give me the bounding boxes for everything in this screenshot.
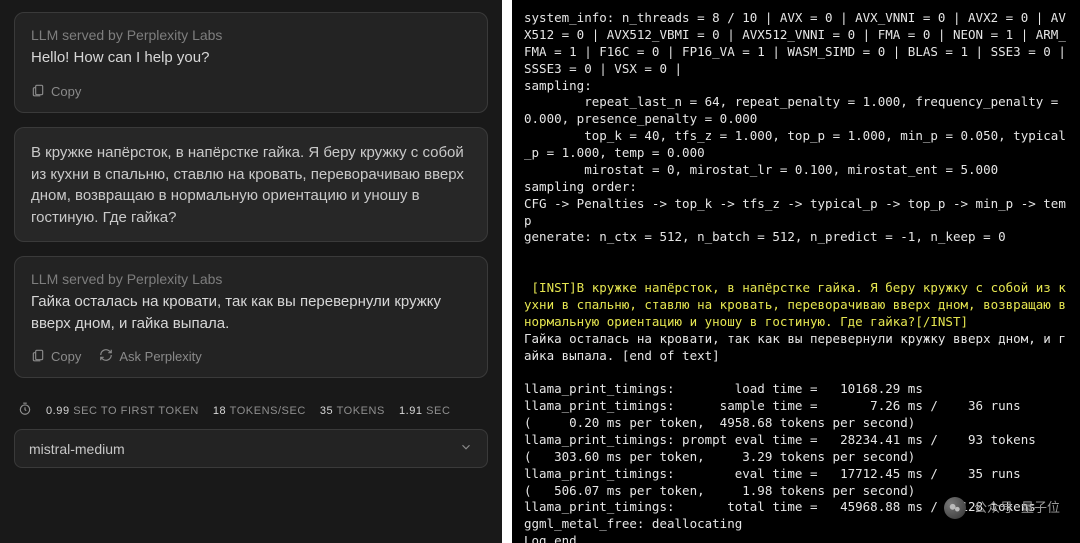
refresh-icon	[99, 348, 113, 365]
clipboard-icon	[31, 348, 45, 365]
clipboard-icon	[31, 83, 45, 100]
message-text: В кружке напёрсток, в напёрстке гайка. Я…	[31, 142, 471, 229]
terminal-line: generate: n_ctx = 512, n_batch = 512, n_…	[524, 229, 1068, 246]
stat-tokens-per-sec: 18 TOKENS/SEC	[213, 405, 306, 417]
terminal-line	[524, 263, 1068, 280]
terminal-line: llama_print_timings: eval time = 17712.4…	[524, 466, 1068, 483]
watermark-name: 量子位	[1021, 499, 1060, 517]
terminal-line: Гайка осталась на кровати, так как вы пе…	[524, 331, 1068, 365]
terminal-line: llama_print_timings: sample time = 7.26 …	[524, 398, 1068, 415]
message-text: Гайка осталась на кровати, так как вы пе…	[31, 291, 471, 335]
terminal-line: mirostat = 0, mirostat_lr = 0.100, miros…	[524, 162, 1068, 179]
message-user: В кружке напёрсток, в напёрстке гайка. Я…	[14, 127, 488, 242]
terminal-line: ( 303.60 ms per token, 3.29 tokens per s…	[524, 449, 1068, 466]
timer-icon	[18, 402, 32, 419]
copy-button[interactable]: Copy	[31, 348, 81, 365]
served-by-label: LLM served by Perplexity Labs	[31, 27, 471, 43]
watermark-label: 公众号	[974, 499, 1013, 517]
stat-elapsed: 1.91 SEC	[399, 405, 451, 417]
terminal-line	[524, 364, 1068, 381]
terminal-line: sampling order:	[524, 179, 1068, 196]
ask-perplexity-button[interactable]: Ask Perplexity	[99, 348, 201, 365]
chat-panel: LLM served by Perplexity Labs Hello! How…	[0, 0, 502, 543]
terminal-line: sampling:	[524, 78, 1068, 95]
stat-total-tokens: 35 TOKENS	[320, 405, 385, 417]
stats-bar: 0.99 SEC TO FIRST TOKEN 18 TOKENS/SEC 35…	[14, 392, 488, 429]
panel-divider	[502, 0, 512, 543]
copy-label: Copy	[51, 84, 81, 99]
message-assistant: LLM served by Perplexity Labs Гайка оста…	[14, 256, 488, 379]
terminal-line: llama_print_timings: prompt eval time = …	[524, 432, 1068, 449]
terminal-line: system_info: n_threads = 8 / 10 | AVX = …	[524, 10, 1068, 78]
terminal-line: llama_print_timings: load time = 10168.2…	[524, 381, 1068, 398]
copy-label: Copy	[51, 349, 81, 364]
terminal-line: top_k = 40, tfs_z = 1.000, top_p = 1.000…	[524, 128, 1068, 162]
stat-first-token: 0.99 SEC TO FIRST TOKEN	[46, 405, 199, 417]
message-actions: Copy	[31, 83, 471, 100]
message-assistant: LLM served by Perplexity Labs Hello! How…	[14, 12, 488, 113]
terminal-line: CFG -> Penalties -> top_k -> tfs_z -> ty…	[524, 196, 1068, 230]
served-by-label: LLM served by Perplexity Labs	[31, 271, 471, 287]
message-text: Hello! How can I help you?	[31, 47, 471, 69]
terminal-line: repeat_last_n = 64, repeat_penalty = 1.0…	[524, 94, 1068, 128]
model-selector[interactable]: mistral-medium	[14, 429, 488, 468]
terminal-line: ( 0.20 ms per token, 4958.68 tokens per …	[524, 415, 1068, 432]
chevron-down-icon	[459, 440, 473, 457]
watermark-overlay: 公众号 量子位	[944, 497, 1060, 519]
terminal-line: Log end	[524, 533, 1068, 543]
ask-perplexity-label: Ask Perplexity	[119, 349, 201, 364]
message-actions: Copy Ask Perplexity	[31, 348, 471, 365]
terminal-line: [INST]В кружке напёрсток, в напёрстке га…	[524, 280, 1068, 331]
terminal-panel: system_info: n_threads = 8 / 10 | AVX = …	[512, 0, 1080, 543]
terminal-line	[524, 246, 1068, 263]
wechat-icon	[944, 497, 966, 519]
model-name: mistral-medium	[29, 441, 125, 457]
copy-button[interactable]: Copy	[31, 83, 81, 100]
